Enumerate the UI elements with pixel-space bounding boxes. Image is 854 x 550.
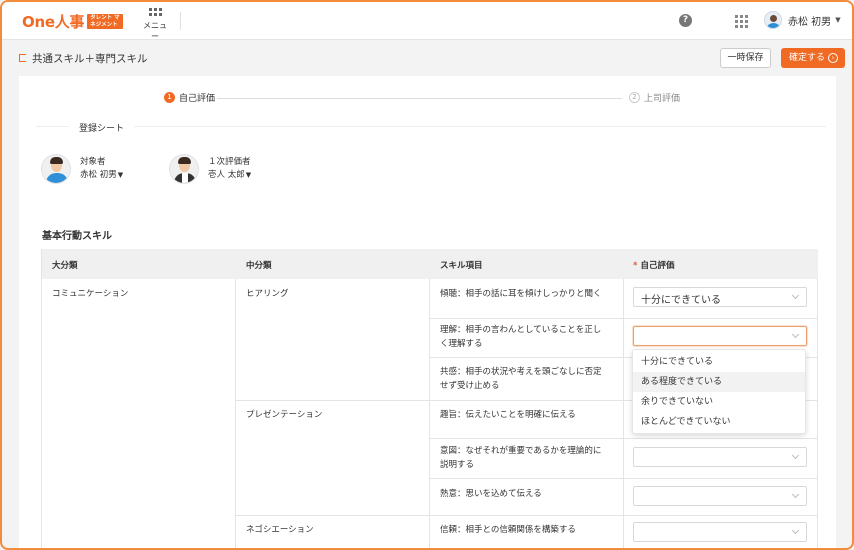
app-logo[interactable]: One人事 タレント マネジメント — [22, 11, 124, 32]
logo-text: One人事 — [22, 13, 85, 31]
sub-category-cell: ヒアリング — [246, 289, 289, 299]
skill-item-text: く理解する — [440, 339, 483, 349]
header-skill-item: スキル項目 — [440, 261, 483, 271]
self-evaluation-select[interactable] — [633, 326, 807, 346]
step-label: 自己評価 — [179, 94, 216, 104]
arrow-circle-icon: › — [828, 53, 838, 63]
caret-down-icon: ▼ — [117, 171, 124, 179]
dropdown-option[interactable]: 十分にできている — [633, 352, 805, 372]
dropdown-option[interactable]: ある程度できている — [633, 372, 805, 392]
skill-item-text: 趣旨：伝えたいことを明確に伝える — [440, 410, 576, 420]
step-manager-evaluation[interactable]: 2 上司評価 — [629, 91, 680, 104]
logo-badge: タレント マネジメント — [87, 14, 124, 29]
step-label: 上司評価 — [644, 94, 681, 104]
skill-item-text: 説明する — [440, 460, 475, 470]
header-divider — [180, 12, 181, 30]
chevron-down-icon — [791, 291, 800, 300]
grid-line — [429, 318, 818, 319]
skill-item-text: 理解：相手の言わんとしていることを正し — [440, 325, 602, 335]
step-number: 2 — [629, 92, 640, 103]
skill-item-text: 熱意：思いを込めて伝える — [440, 489, 542, 499]
select-value: 十分にできている — [641, 295, 721, 306]
help-icon[interactable]: ? — [679, 14, 692, 27]
menu-label: メニュー — [143, 21, 167, 41]
section-title: 基本行動スキル — [42, 231, 112, 242]
target-name-selector[interactable]: 赤松 初男▼ — [80, 169, 123, 182]
dropdown-option[interactable]: ほとんどできていない — [633, 412, 805, 432]
self-evaluation-select[interactable] — [633, 447, 807, 467]
user-name: 赤松 初男 — [788, 16, 832, 28]
target-name: 赤松 初男 — [80, 170, 117, 180]
major-category-cell: コミュニケーション — [52, 289, 129, 299]
grid-line — [41, 249, 42, 548]
menu-grid-icon — [148, 8, 162, 16]
self-evaluation-select[interactable]: 十分にできている — [633, 287, 807, 307]
target-person: 対象者 赤松 初男▼ — [41, 154, 123, 184]
skill-item-text: 意図：なぜそれが重要であるかを理論的に — [440, 446, 602, 456]
self-evaluation-select[interactable] — [633, 486, 807, 506]
evaluation-dropdown: 十分にできている ある程度できている 余りできていない ほとんどできていない — [632, 349, 806, 434]
apps-grid-icon — [735, 15, 748, 28]
skill-item-text: 傾聴：相手の話に耳を傾けしっかりと聞く — [440, 289, 602, 299]
sub-category-cell: ネゴシエーション — [246, 525, 314, 535]
apps-button[interactable] — [735, 15, 748, 28]
step-connector — [217, 98, 622, 99]
save-draft-button[interactable]: 一時保存 — [720, 48, 771, 68]
top-header: One人事 タレント マネジメント メニュー ? 赤松 初男 ▼ — [2, 2, 852, 42]
evaluator-role-label: １次評価者 — [208, 157, 251, 167]
user-avatar — [764, 11, 782, 29]
chevron-down-icon — [791, 330, 800, 339]
table-header: 大分類 中分類 スキル項目 * 自己評価 — [41, 249, 818, 279]
sheet-label: 登録シート — [69, 121, 135, 134]
page-titlebar: 共通スキル＋専門スキル 一時保存 確定する › — [2, 40, 852, 76]
skill-item-text: 信頼：相手との信頼関係を構築する — [440, 525, 576, 535]
evaluation-card: 1 自己評価 2 上司評価 登録シート 対象者 赤松 初男▼ １次評価者 壱人 … — [19, 76, 836, 548]
chevron-down-icon — [791, 490, 800, 499]
skill-item-cell: 趣旨：伝えたいことを明確に伝える — [440, 408, 576, 422]
app-frame: One人事 タレント マネジメント メニュー ? 赤松 初男 ▼ 共通スキル＋専… — [0, 0, 854, 550]
skill-item-cell: 理解：相手の言わんとしていることを正し く理解する — [440, 323, 601, 351]
grid-line — [235, 515, 818, 516]
required-mark: * — [633, 261, 638, 271]
chevron-down-icon — [791, 451, 800, 460]
step-self-evaluation[interactable]: 1 自己評価 — [164, 91, 215, 104]
grid-line — [429, 279, 430, 548]
skill-item-cell: 共感：相手の状況や考えを頭ごなしに否定 せず受け止める — [440, 365, 602, 393]
page-title: 共通スキル＋専門スキル — [32, 53, 148, 65]
skill-item-cell: 信頼：相手との信頼関係を構築する — [440, 523, 576, 537]
grid-line — [817, 279, 818, 548]
caret-down-icon: ▼ — [245, 171, 252, 179]
evaluator-avatar — [169, 154, 199, 184]
user-menu[interactable]: 赤松 初男 ▼ — [764, 11, 841, 29]
skill-item-text: 共感：相手の状況や考えを頭ごなしに否定 — [440, 367, 602, 377]
grid-line — [429, 478, 818, 479]
skill-item-cell: 意図：なぜそれが重要であるかを理論的に 説明する — [440, 444, 601, 472]
grid-line — [429, 438, 818, 439]
header-self-evaluation-label: 自己評価 — [640, 261, 675, 271]
evaluator-person: １次評価者 壱人 太郎▼ — [169, 154, 251, 184]
header-major-category: 大分類 — [52, 261, 78, 271]
header-self-evaluation: * 自己評価 — [633, 259, 674, 271]
step-number: 1 — [164, 92, 175, 103]
confirm-button-label: 確定する — [789, 53, 826, 63]
self-evaluation-select[interactable] — [633, 522, 807, 542]
evaluator-name: 壱人 太郎 — [208, 170, 245, 180]
header-sub-category: 中分類 — [246, 261, 272, 271]
target-role-label: 対象者 — [80, 157, 106, 167]
grid-line — [623, 279, 624, 548]
chevron-down-icon — [791, 526, 800, 535]
sheet-divider — [36, 126, 826, 127]
target-avatar — [41, 154, 71, 184]
confirm-button[interactable]: 確定する › — [781, 48, 845, 68]
grid-line — [235, 279, 236, 548]
chevron-down-icon: ▼ — [835, 16, 841, 24]
bracket-icon — [19, 54, 26, 62]
menu-button[interactable]: メニュー — [140, 8, 170, 42]
skill-item-text: せず受け止める — [440, 381, 500, 391]
evaluator-name-selector[interactable]: 壱人 太郎▼ — [208, 169, 251, 182]
sub-category-cell: プレゼンテーション — [246, 410, 323, 420]
skill-item-cell: 熱意：思いを込めて伝える — [440, 487, 542, 501]
skill-item-cell: 傾聴：相手の話に耳を傾けしっかりと聞く — [440, 287, 602, 301]
dropdown-option[interactable]: 余りできていない — [633, 392, 805, 412]
